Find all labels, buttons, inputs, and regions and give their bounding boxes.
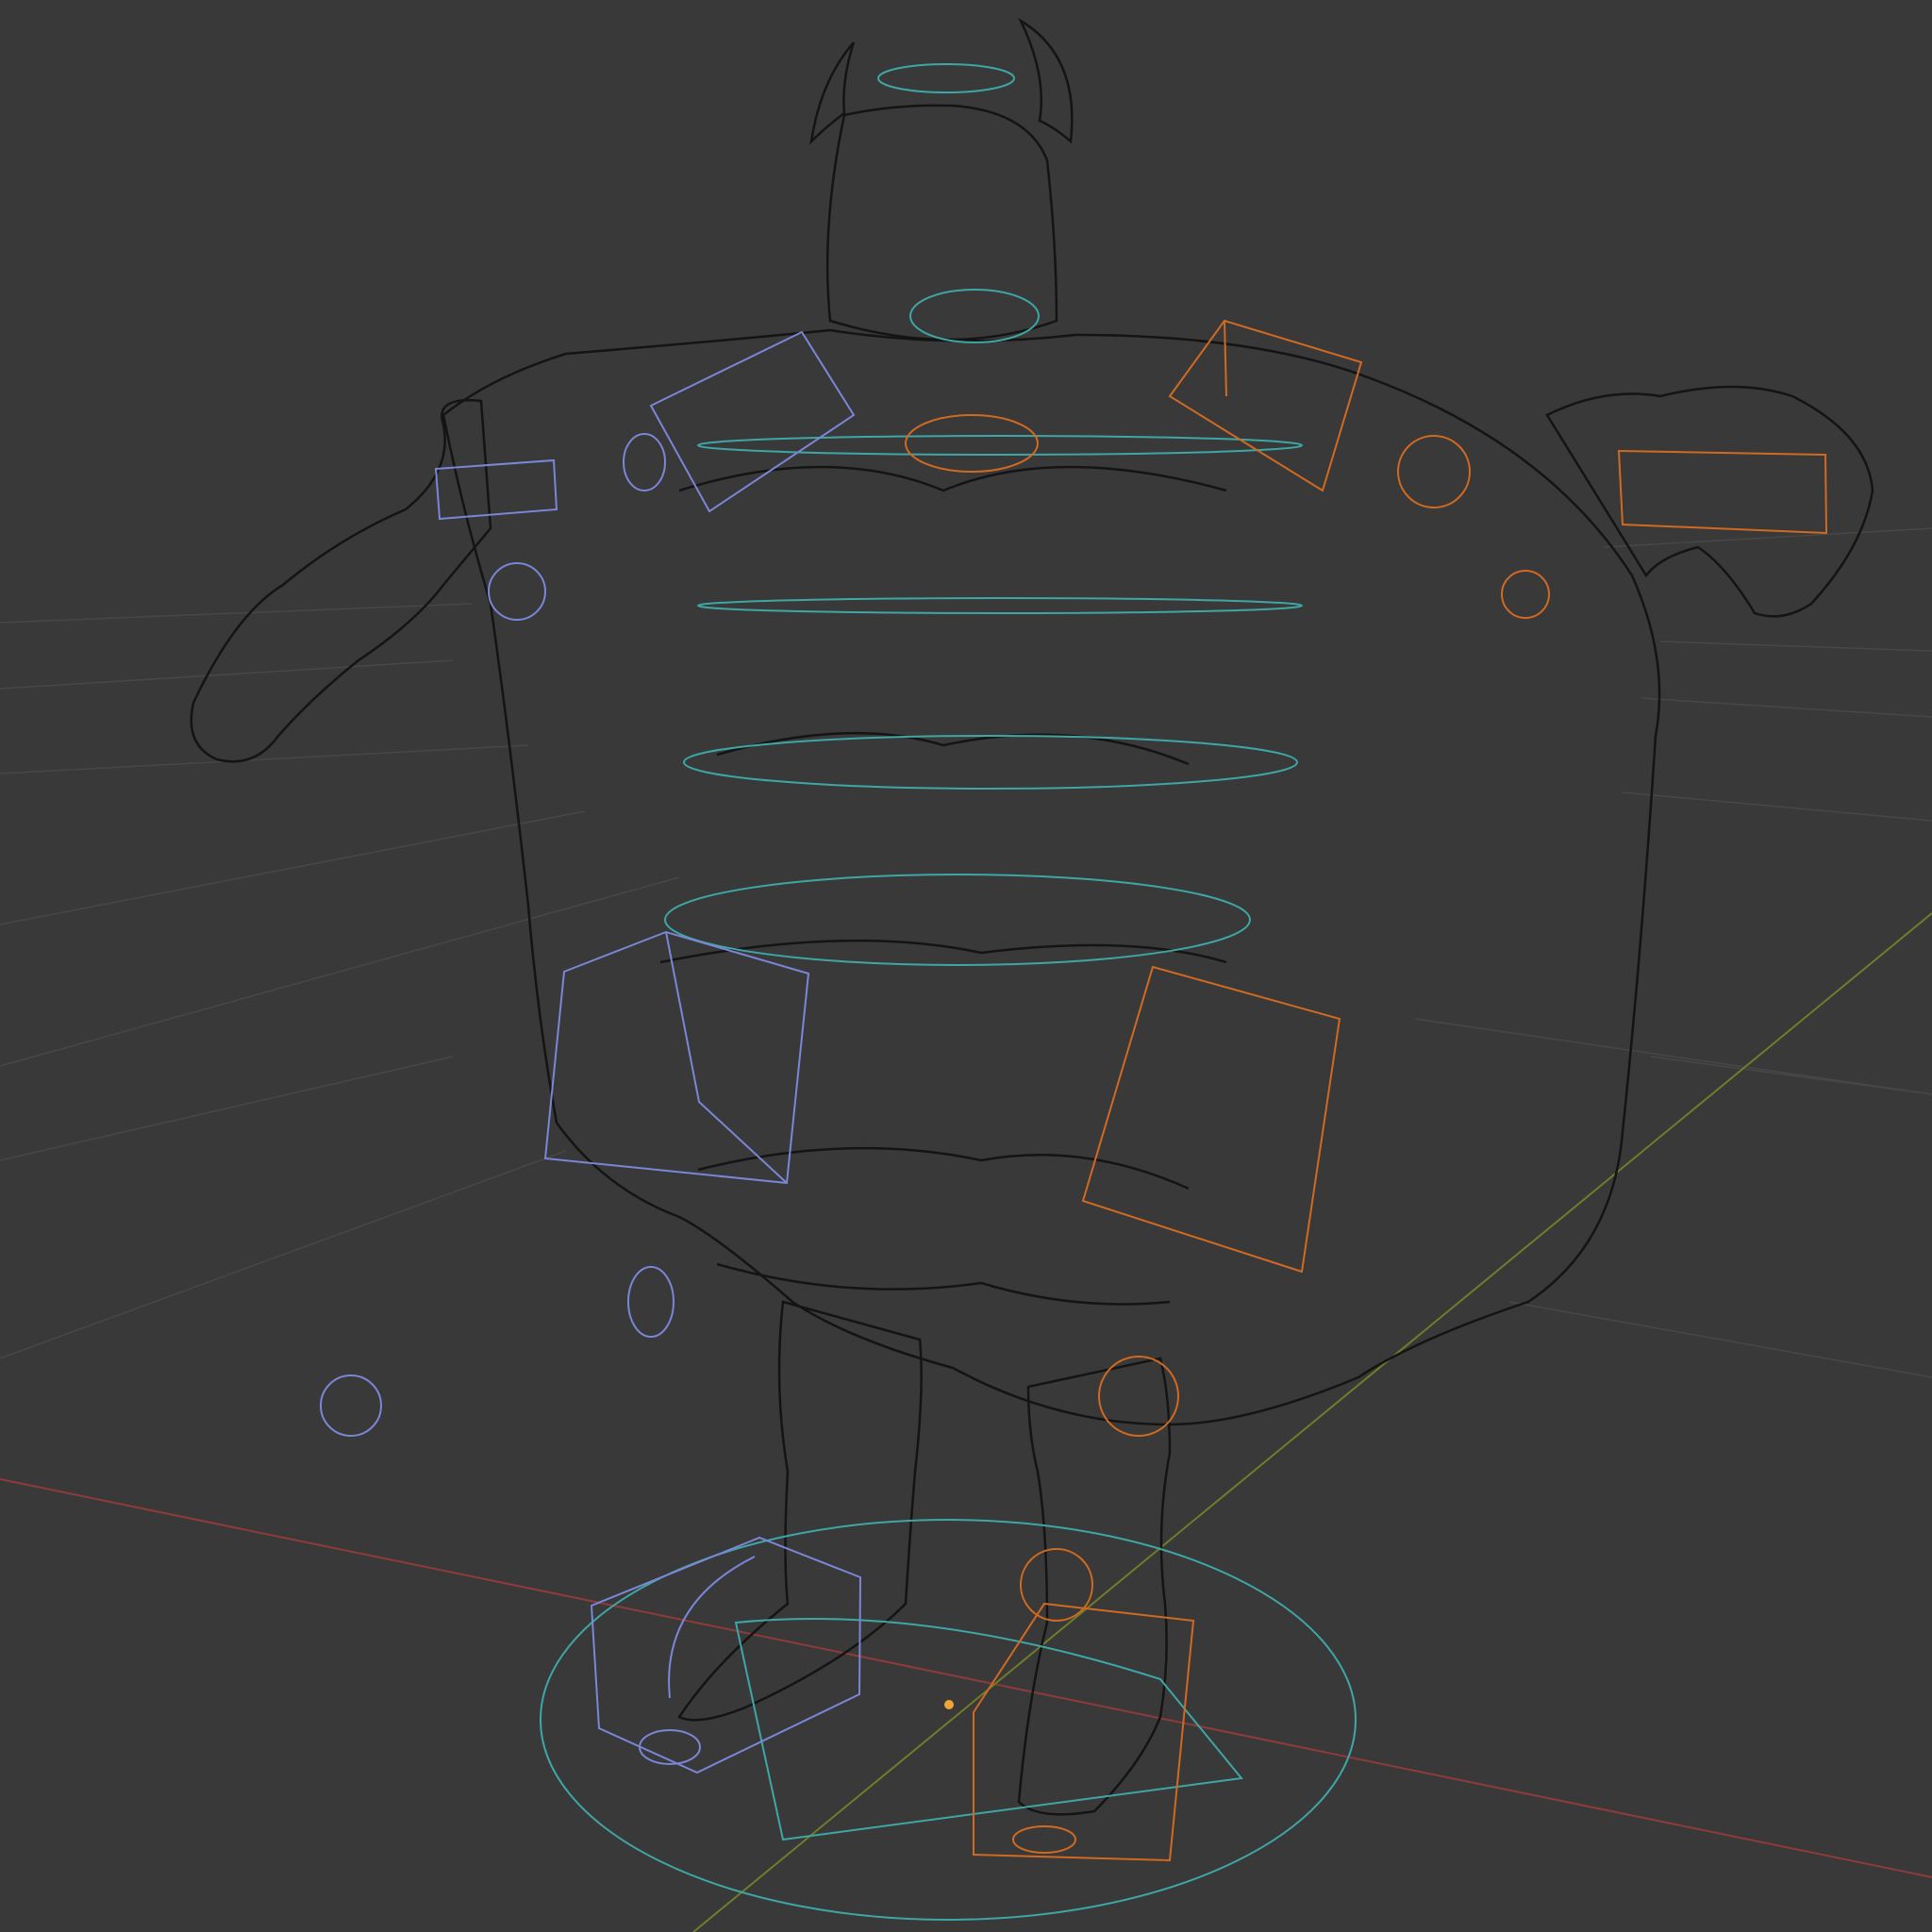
- forearm-ring-right: [1501, 570, 1550, 619]
- elbow-ring-right: [1397, 435, 1471, 508]
- grid-line: [0, 876, 680, 1067]
- grid-line: [0, 603, 473, 624]
- horn-right: [1018, 17, 1074, 144]
- grid-line: [0, 810, 586, 925]
- right-side-controls[interactable]: [905, 319, 1828, 1862]
- grid-line: [0, 1056, 454, 1161]
- grid-line: [0, 659, 454, 690]
- leg-right: [1017, 1357, 1172, 1816]
- grid-line: [0, 1150, 567, 1359]
- hem-contour: [716, 1262, 1171, 1306]
- toe-ring-left: [639, 1729, 701, 1765]
- hip-ring-control: [664, 874, 1251, 966]
- hip-cube-left: [543, 930, 810, 1185]
- ogre-mesh[interactable]: [190, 17, 1874, 1816]
- shoulder-cube-right: [1168, 319, 1363, 492]
- 3d-viewport[interactable]: [0, 0, 1932, 1932]
- hip-cube-right: [1081, 965, 1341, 1274]
- elbow-ring-left: [488, 562, 546, 621]
- pole-target-right: [1020, 1548, 1093, 1622]
- neck-control: [909, 289, 1040, 343]
- toe-ring-right: [1012, 1825, 1076, 1854]
- origin-marker: [944, 1700, 954, 1709]
- shoulder-cube-left: [649, 330, 856, 513]
- grid-line: [1414, 1018, 1932, 1095]
- shoulder-ring-control: [697, 435, 1303, 456]
- origin-dot: [944, 1700, 954, 1709]
- knee-ring-left: [627, 1266, 675, 1338]
- y-axis-line: [692, 912, 1932, 1932]
- horn-left: [809, 42, 856, 145]
- grid-line: [1650, 1056, 1932, 1095]
- viewport-canvas[interactable]: [0, 0, 1932, 1932]
- arm-right: [1545, 385, 1874, 618]
- grid-line: [1641, 697, 1932, 718]
- foot-cube-right: [973, 1602, 1195, 1862]
- pole-target-left: [320, 1374, 382, 1437]
- grid-line: [1508, 1301, 1932, 1378]
- spine-controls[interactable]: [540, 63, 1357, 1921]
- head: [825, 104, 1058, 341]
- root-control: [540, 1519, 1357, 1921]
- leg-left: [677, 1300, 923, 1722]
- torso-ring-control: [683, 735, 1298, 790]
- hand-cube-right: [1617, 449, 1828, 535]
- grid-line: [1622, 791, 1932, 822]
- halo-control: [877, 63, 1015, 93]
- clavicle-ring-right: [905, 414, 1039, 473]
- left-side-controls[interactable]: [320, 330, 862, 1774]
- arm-left: [190, 399, 492, 763]
- wrist-ring-left: [623, 433, 666, 491]
- floor-grid: [0, 527, 1932, 1378]
- foot-arc-left: [668, 1556, 756, 1699]
- chest-ring-control: [697, 597, 1303, 614]
- grid-line: [1659, 641, 1932, 652]
- x-axis-line: [0, 1478, 1932, 1878]
